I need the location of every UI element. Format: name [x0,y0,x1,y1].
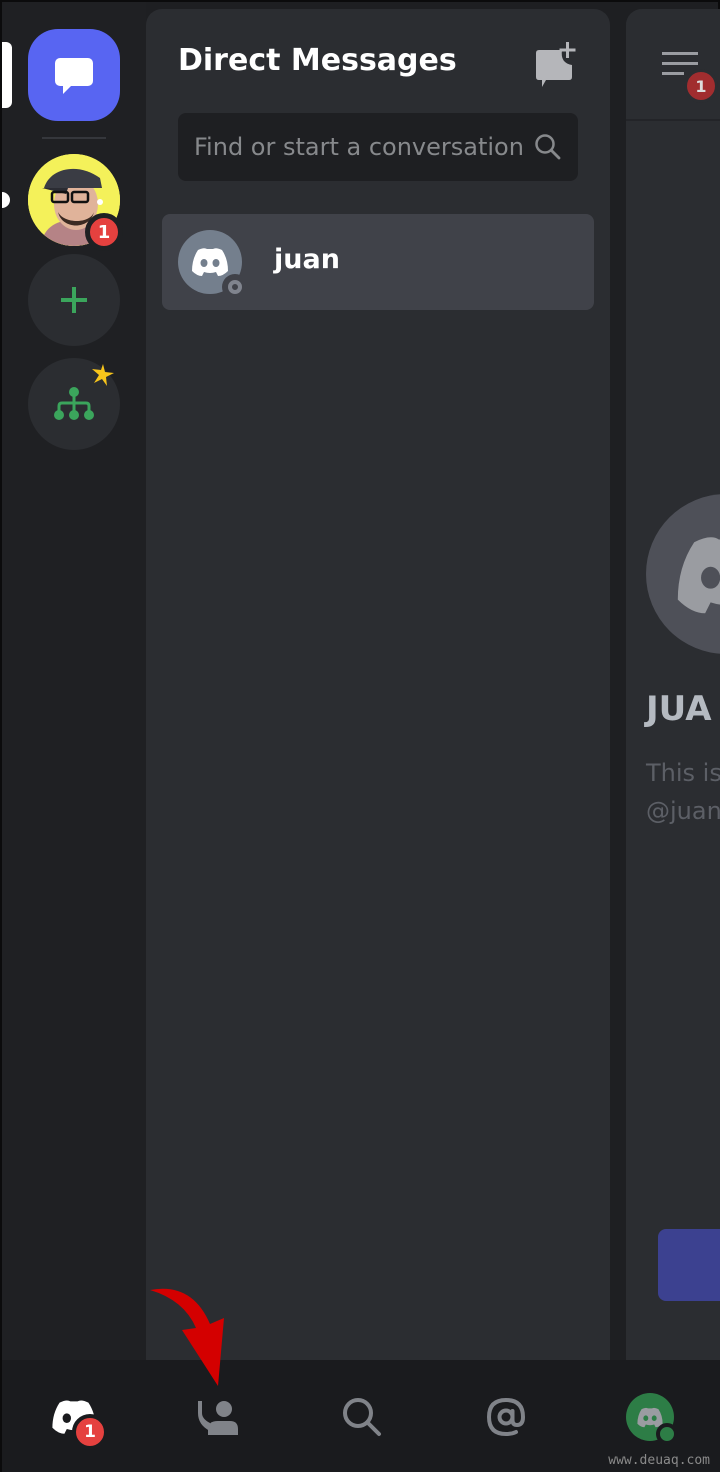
explore-servers-button[interactable] [28,358,120,450]
search-icon [343,1398,381,1436]
conversation-search[interactable] [178,113,578,181]
chat-action-button[interactable] [658,1229,720,1301]
sparkle-star-icon [92,364,114,386]
search-icon [535,134,561,160]
at-icon [486,1397,526,1437]
new-dm-icon [536,42,576,87]
server-rail: 1 [2,2,146,1360]
friends-icon [198,1401,238,1435]
direct-messages-panel: Direct Messages Find or start a conversa… [146,9,610,1369]
direct-messages-button[interactable] [28,29,120,121]
unread-indicator [2,192,10,208]
dm-conversation-item[interactable]: juan [162,214,594,310]
online-status-icon [656,1423,678,1445]
plus-icon [61,287,87,313]
panel-title: Direct Messages [178,43,457,78]
offline-status-icon [222,274,248,300]
dm-avatar [178,230,248,300]
watermark: www.deuaq.com [608,1453,710,1468]
selected-indicator [2,42,12,108]
home-notification-badge: 1 [72,1414,108,1450]
hub-tree-icon [54,387,94,420]
search-input[interactable] [194,133,534,161]
new-dm-button[interactable] [532,41,580,89]
rail-divider [42,137,106,139]
profile-avatar [626,1393,678,1445]
nav-friends[interactable] [146,1360,290,1472]
nav-mentions[interactable] [434,1360,578,1472]
chat-bubble-icon [55,58,93,94]
server-notification-badge: 1 [85,213,123,251]
discord-app: 1 Direct Messages Find or start a conver… [0,0,720,1472]
dm-username: juan [274,244,340,275]
nav-home[interactable]: 1 [2,1360,146,1472]
chat-intro-text: This is @juan [646,754,720,830]
menu-button[interactable]: 1 [662,49,718,103]
intro-line-2: @juan [646,797,720,825]
intro-line-1: This is [646,759,720,787]
discord-logo-icon [677,537,720,614]
chat-header: 1 [626,9,720,121]
chat-panel-peek: 1 JUA This is @juan [626,9,720,1369]
chat-username-heading: JUA [646,689,712,729]
menu-badge: 1 [684,69,718,103]
chat-user-avatar [646,494,720,654]
add-server-button[interactable] [28,254,120,346]
nav-search[interactable] [290,1360,434,1472]
bottom-navigation: 1 www.deuaq.com [2,1360,720,1472]
discord-logo-icon [192,248,228,276]
